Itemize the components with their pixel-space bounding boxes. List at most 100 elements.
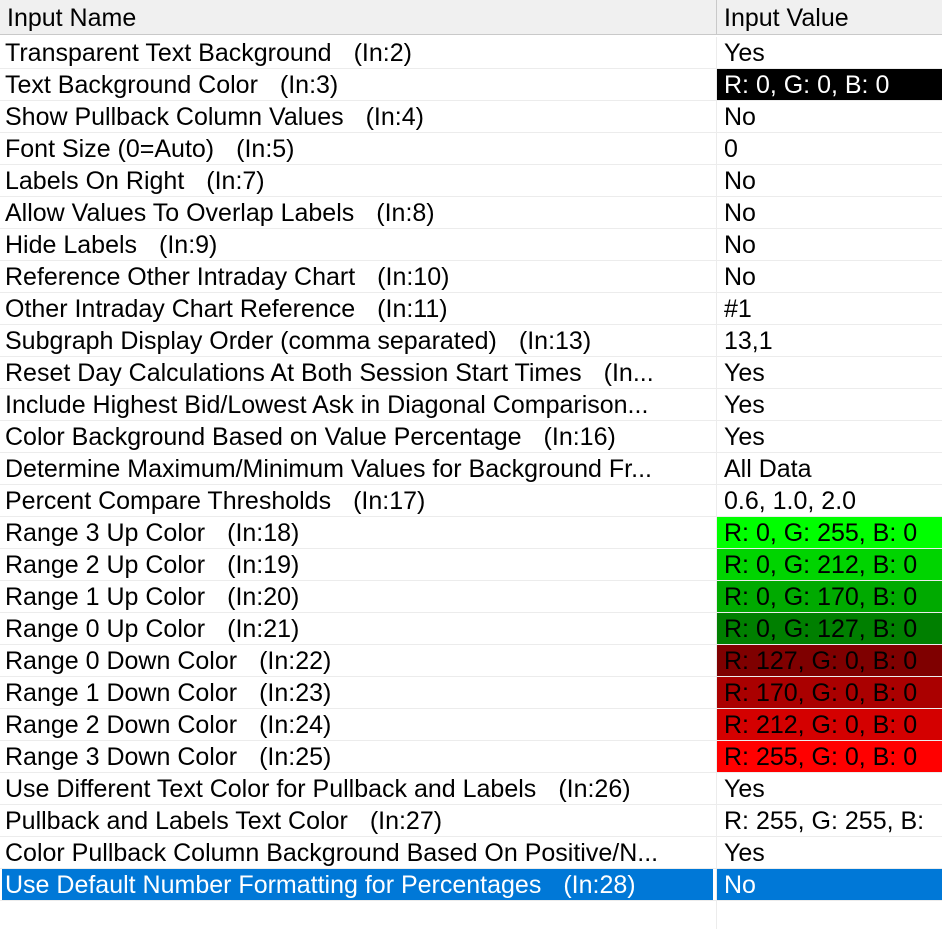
table-row[interactable]: Text Background Color (In:3) R: 0, G: 0, B…: [0, 69, 942, 101]
input-name-cell[interactable]: Range 2 Up Color (In:19): [0, 549, 713, 580]
table-row[interactable]: Reset Day Calculations At Both Session S…: [0, 357, 942, 389]
input-name-cell[interactable]: Color Pullback Column Background Based O…: [0, 837, 713, 868]
input-index-label: (In:5): [236, 135, 295, 163]
input-name-cell[interactable]: Use Default Number Formatting for Percen…: [2, 869, 713, 900]
input-value-cell[interactable]: Yes: [717, 389, 942, 420]
input-value-cell[interactable]: R: 255, G: 255, B:: [717, 805, 942, 836]
color-value-cell[interactable]: R: 0, G: 170, B: 0: [717, 581, 942, 612]
input-value-cell[interactable]: 13,1: [717, 325, 942, 356]
input-value-cell[interactable]: 0.6, 1.0, 2.0: [717, 485, 942, 516]
input-name-cell[interactable]: Use Different Text Color for Pullback an…: [0, 773, 713, 804]
input-value-cell[interactable]: All Data: [717, 453, 942, 484]
input-index-label: (In:9): [159, 231, 218, 259]
table-row[interactable]: Other Intraday Chart Reference (In:11) #1: [0, 293, 942, 325]
table-row[interactable]: Color Pullback Column Background Based O…: [0, 837, 942, 869]
input-name-label: Range 0 Down Color: [5, 647, 238, 675]
input-name-label: Reference Other Intraday Chart: [5, 263, 356, 291]
input-value-cell[interactable]: Yes: [717, 357, 942, 388]
input-name-cell[interactable]: Text Background Color (In:3): [0, 69, 713, 100]
color-value-cell[interactable]: R: 0, G: 0, B: 0: [717, 69, 942, 100]
input-name-label: Color Pullback Column Background Based O…: [5, 839, 659, 867]
input-name-cell[interactable]: Show Pullback Column Values (In:4): [0, 101, 713, 132]
input-name-cell[interactable]: Allow Values To Overlap Labels (In:8): [0, 197, 713, 228]
input-value-cell[interactable]: Yes: [717, 37, 942, 68]
input-name-label: Text Background Color: [5, 71, 258, 99]
input-name-label: Range 1 Down Color: [5, 679, 238, 707]
input-value-cell[interactable]: No: [717, 165, 942, 196]
input-value-cell[interactable]: 0: [717, 133, 942, 164]
table-row[interactable]: Include Highest Bid/Lowest Ask in Diagon…: [0, 389, 942, 421]
input-value-cell[interactable]: No: [717, 229, 942, 260]
input-name-label: Allow Values To Overlap Labels: [5, 199, 355, 227]
input-name-label: Include Highest Bid/Lowest Ask in Diagon…: [5, 391, 649, 419]
input-index-label: (In:2): [353, 39, 412, 67]
color-value-cell[interactable]: R: 0, G: 212, B: 0: [717, 549, 942, 580]
color-value-cell[interactable]: R: 255, G: 0, B: 0: [717, 741, 942, 772]
input-name-cell[interactable]: Range 0 Up Color (In:21): [0, 613, 713, 644]
input-index-label: (In:16): [543, 423, 616, 451]
table-row[interactable]: Range 0 Up Color (In:21) R: 0, G: 127, B: …: [0, 613, 942, 645]
color-value-cell[interactable]: R: 0, G: 127, B: 0: [717, 613, 942, 644]
input-name-label: Range 3 Down Color: [5, 743, 238, 771]
table-row[interactable]: Reference Other Intraday Chart (In:10) No: [0, 261, 942, 293]
column-header-input-name[interactable]: Input Name: [0, 0, 716, 34]
input-value-cell[interactable]: No: [717, 101, 942, 132]
input-name-cell[interactable]: Reset Day Calculations At Both Session S…: [0, 357, 713, 388]
input-name-cell[interactable]: Range 1 Down Color (In:23): [0, 677, 713, 708]
color-value-cell[interactable]: R: 0, G: 255, B: 0: [717, 517, 942, 548]
color-value-cell[interactable]: R: 212, G: 0, B: 0: [717, 709, 942, 740]
table-row[interactable]: Percent Compare Thresholds (In:17) 0.6, 1.…: [0, 485, 942, 517]
input-name-cell[interactable]: Range 0 Down Color (In:22): [0, 645, 713, 676]
input-value-cell[interactable]: Yes: [717, 421, 942, 452]
input-name-label: Color Background Based on Value Percenta…: [5, 423, 522, 451]
input-name-cell[interactable]: Subgraph Display Order (comma separated)…: [0, 325, 713, 356]
table-row[interactable]: Range 0 Down Color (In:22) R: 127, G: 0, B…: [0, 645, 942, 677]
table-row[interactable]: Pullback and Labels Text Color (In:27) R: …: [0, 805, 942, 837]
input-index-label: (In:26): [558, 775, 631, 803]
input-value-cell[interactable]: Yes: [717, 773, 942, 804]
table-row[interactable]: Transparent Text Background (In:2) Yes: [0, 37, 942, 69]
input-name-cell[interactable]: Labels On Right (In:7): [0, 165, 713, 196]
input-value-cell[interactable]: No: [717, 261, 942, 292]
input-name-cell[interactable]: Other Intraday Chart Reference (In:11): [0, 293, 713, 324]
color-value-cell[interactable]: R: 170, G: 0, B: 0: [717, 677, 942, 708]
table-row[interactable]: Range 2 Up Color (In:19) R: 0, G: 212, B: …: [0, 549, 942, 581]
table-row[interactable]: Range 3 Down Color (In:25) R: 255, G: 0, B…: [0, 741, 942, 773]
table-row[interactable]: Range 2 Down Color (In:24) R: 212, G: 0, B…: [0, 709, 942, 741]
input-name-cell[interactable]: Pullback and Labels Text Color (In:27): [0, 805, 713, 836]
input-name-cell[interactable]: Range 1 Up Color (In:20): [0, 581, 713, 612]
input-name-cell[interactable]: Range 3 Down Color (In:25): [0, 741, 713, 772]
table-row[interactable]: Hide Labels (In:9) No: [0, 229, 942, 261]
input-name-cell[interactable]: Font Size (0=Auto) (In:5): [0, 133, 713, 164]
input-name-cell[interactable]: Color Background Based on Value Percenta…: [0, 421, 713, 452]
input-index-label: (In:11): [377, 295, 448, 323]
input-index-label: (In:19): [227, 551, 300, 579]
table-row[interactable]: Range 1 Up Color (In:20) R: 0, G: 170, B: …: [0, 581, 942, 613]
table-row[interactable]: Use Default Number Formatting for Percen…: [0, 869, 942, 901]
table-row[interactable]: Determine Maximum/Minimum Values for Bac…: [0, 453, 942, 485]
input-name-cell[interactable]: Include Highest Bid/Lowest Ask in Diagon…: [0, 389, 713, 420]
table-row[interactable]: Labels On Right (In:7) No: [0, 165, 942, 197]
input-name-cell[interactable]: Determine Maximum/Minimum Values for Bac…: [0, 453, 713, 484]
input-value-cell[interactable]: No: [717, 197, 942, 228]
input-value-cell[interactable]: #1: [717, 293, 942, 324]
table-row[interactable]: Allow Values To Overlap Labels (In:8) No: [0, 197, 942, 229]
table-row[interactable]: Font Size (0=Auto) (In:5) 0: [0, 133, 942, 165]
column-header-input-value[interactable]: Input Value: [717, 0, 942, 34]
table-row[interactable]: Range 1 Down Color (In:23) R: 170, G: 0, B…: [0, 677, 942, 709]
input-name-cell[interactable]: Range 2 Down Color (In:24): [0, 709, 713, 740]
input-value-cell[interactable]: No: [717, 869, 942, 900]
input-name-cell[interactable]: Hide Labels (In:9): [0, 229, 713, 260]
input-name-cell[interactable]: Range 3 Up Color (In:18): [0, 517, 713, 548]
table-row[interactable]: Use Different Text Color for Pullback an…: [0, 773, 942, 805]
input-name-cell[interactable]: Percent Compare Thresholds (In:17): [0, 485, 713, 516]
table-row[interactable]: Range 3 Up Color (In:18) R: 0, G: 255, B: …: [0, 517, 942, 549]
table-row[interactable]: Subgraph Display Order (comma separated)…: [0, 325, 942, 357]
table-row[interactable]: Color Background Based on Value Percenta…: [0, 421, 942, 453]
color-value-cell[interactable]: R: 127, G: 0, B: 0: [717, 645, 942, 676]
input-value-cell[interactable]: Yes: [717, 837, 942, 868]
input-name-cell[interactable]: Transparent Text Background (In:2): [0, 37, 713, 68]
input-name-cell[interactable]: Reference Other Intraday Chart (In:10): [0, 261, 713, 292]
input-name-label: Subgraph Display Order (comma separated): [5, 327, 497, 355]
table-row[interactable]: Show Pullback Column Values (In:4) No: [0, 101, 942, 133]
